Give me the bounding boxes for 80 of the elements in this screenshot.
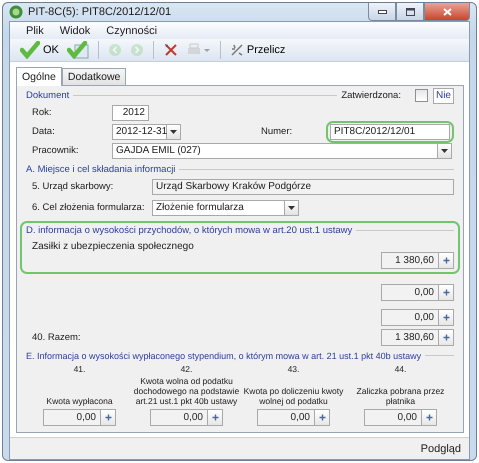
field-label: Rok: bbox=[32, 107, 53, 118]
column-label: Kwota po doliczeniu kwoty wolnej od podatku bbox=[242, 386, 344, 406]
field-label: 40. Razem: bbox=[32, 332, 81, 343]
plus-icon bbox=[104, 414, 112, 421]
menu-item[interactable]: Czynności bbox=[104, 24, 160, 36]
add-button[interactable] bbox=[315, 409, 330, 426]
plus-icon bbox=[442, 334, 450, 341]
section-heading: Dokument bbox=[26, 90, 70, 101]
amount-field[interactable]: 0,00 bbox=[257, 409, 315, 426]
maximize-icon bbox=[406, 8, 414, 16]
section-heading: A. Miejsce i cel składania informacji bbox=[26, 164, 176, 175]
maximize-button[interactable] bbox=[396, 3, 424, 21]
checkbox[interactable] bbox=[414, 89, 428, 102]
item-label: Zasiłki z ubezpieczenia społecznego bbox=[31, 241, 195, 252]
tab[interactable]: Dodatkowe bbox=[62, 68, 126, 85]
status-text: Podgląd bbox=[420, 442, 461, 454]
sparkle-icon bbox=[230, 43, 244, 57]
tools-icon bbox=[162, 42, 179, 58]
caret-icon bbox=[170, 130, 177, 134]
column-number: 41. bbox=[74, 364, 86, 374]
caret-icon bbox=[288, 206, 295, 210]
dropdown-button[interactable] bbox=[438, 142, 452, 158]
add-button[interactable] bbox=[439, 252, 454, 269]
tab[interactable]: Ogólne bbox=[16, 67, 62, 86]
plus-icon bbox=[212, 414, 218, 421]
approved-label: Zatwierdzona: bbox=[341, 90, 401, 101]
column-label: Kwota wolna od podatku dochodowego na podstawie art.21 ust.1 pkt 40b ustawy bbox=[132, 376, 240, 406]
date-field[interactable]: 2012-12-31 bbox=[112, 124, 167, 140]
year-field[interactable]: 2012 bbox=[112, 104, 149, 120]
window-title: PIT-8C(5): PIT8C/2012/12/01 bbox=[28, 6, 172, 18]
close-button[interactable] bbox=[424, 3, 470, 21]
add-button[interactable] bbox=[439, 329, 454, 346]
minimize-button[interactable] bbox=[368, 3, 396, 21]
ok-button[interactable]: OK bbox=[18, 40, 61, 60]
plus-icon bbox=[442, 257, 450, 264]
column-label: Kwota wypłacona bbox=[46, 396, 113, 406]
tax-office-field: Urząd Skarbowy Kraków Podgórze bbox=[152, 178, 454, 194]
add-button[interactable] bbox=[439, 284, 454, 301]
plus-icon bbox=[442, 289, 450, 296]
add-button[interactable] bbox=[208, 409, 223, 426]
plus-icon bbox=[318, 414, 326, 421]
approved-value: Nie bbox=[432, 88, 454, 104]
column-number: 44. bbox=[394, 364, 406, 374]
app-icon bbox=[9, 5, 23, 19]
amount-field[interactable]: 0,00 bbox=[43, 409, 101, 426]
section-heading: E. Informacja o wysokości wypłaconego stypendium, o którym mowa w art. 21 ust.1 pkt 40b ustawy bbox=[26, 350, 422, 360]
add-button[interactable] bbox=[101, 409, 116, 426]
number-field[interactable]: PIT8C/2012/12/01 bbox=[330, 124, 450, 140]
purpose-field[interactable]: Złożenie formularza bbox=[152, 200, 285, 216]
field-label: 6. Cel złożenia formularza: bbox=[32, 202, 146, 213]
field-label: Numer: bbox=[261, 126, 294, 137]
plus-icon bbox=[426, 414, 432, 421]
amount-field[interactable]: 0,00 bbox=[381, 309, 439, 326]
field-label: Pracownik: bbox=[32, 145, 80, 156]
dropdown-button[interactable] bbox=[285, 200, 299, 216]
field-label: 5. Urząd skarbowy: bbox=[32, 181, 114, 192]
section-heading: D. informacja o wysokości przychodów, o których mowa w art.20 ust.1 ustawy bbox=[26, 225, 352, 236]
plus-icon bbox=[442, 314, 450, 321]
add-button[interactable] bbox=[439, 309, 454, 326]
amount-field[interactable]: 0,00 bbox=[364, 409, 422, 426]
close-icon bbox=[442, 8, 452, 16]
column-number: 43. bbox=[288, 364, 300, 374]
check-icon bbox=[20, 41, 40, 59]
field-label: Data: bbox=[32, 126, 56, 137]
column-number: 42. bbox=[180, 364, 192, 374]
column-label: Zaliczka pobrana przez płatnika bbox=[356, 386, 446, 406]
recalculate-button[interactable]: Przelicz bbox=[228, 42, 288, 58]
amount-field[interactable]: 1 380,60 bbox=[381, 329, 439, 346]
amount-field[interactable]: 0,00 bbox=[381, 284, 439, 301]
add-button[interactable] bbox=[422, 409, 437, 426]
minimize-icon bbox=[378, 10, 386, 14]
amount-field[interactable]: 0,00 bbox=[150, 409, 208, 426]
menu-item[interactable]: Plik bbox=[24, 24, 46, 36]
menu-item[interactable]: Widok bbox=[58, 24, 92, 36]
caret-icon bbox=[441, 148, 448, 152]
employee-field[interactable]: GAJDA EMIL (027) bbox=[112, 142, 438, 158]
dropdown-button[interactable] bbox=[167, 124, 181, 140]
amount-field[interactable]: 1 380,60 bbox=[381, 252, 439, 269]
check-icon bbox=[66, 41, 89, 59]
printer-icon bbox=[186, 43, 211, 57]
